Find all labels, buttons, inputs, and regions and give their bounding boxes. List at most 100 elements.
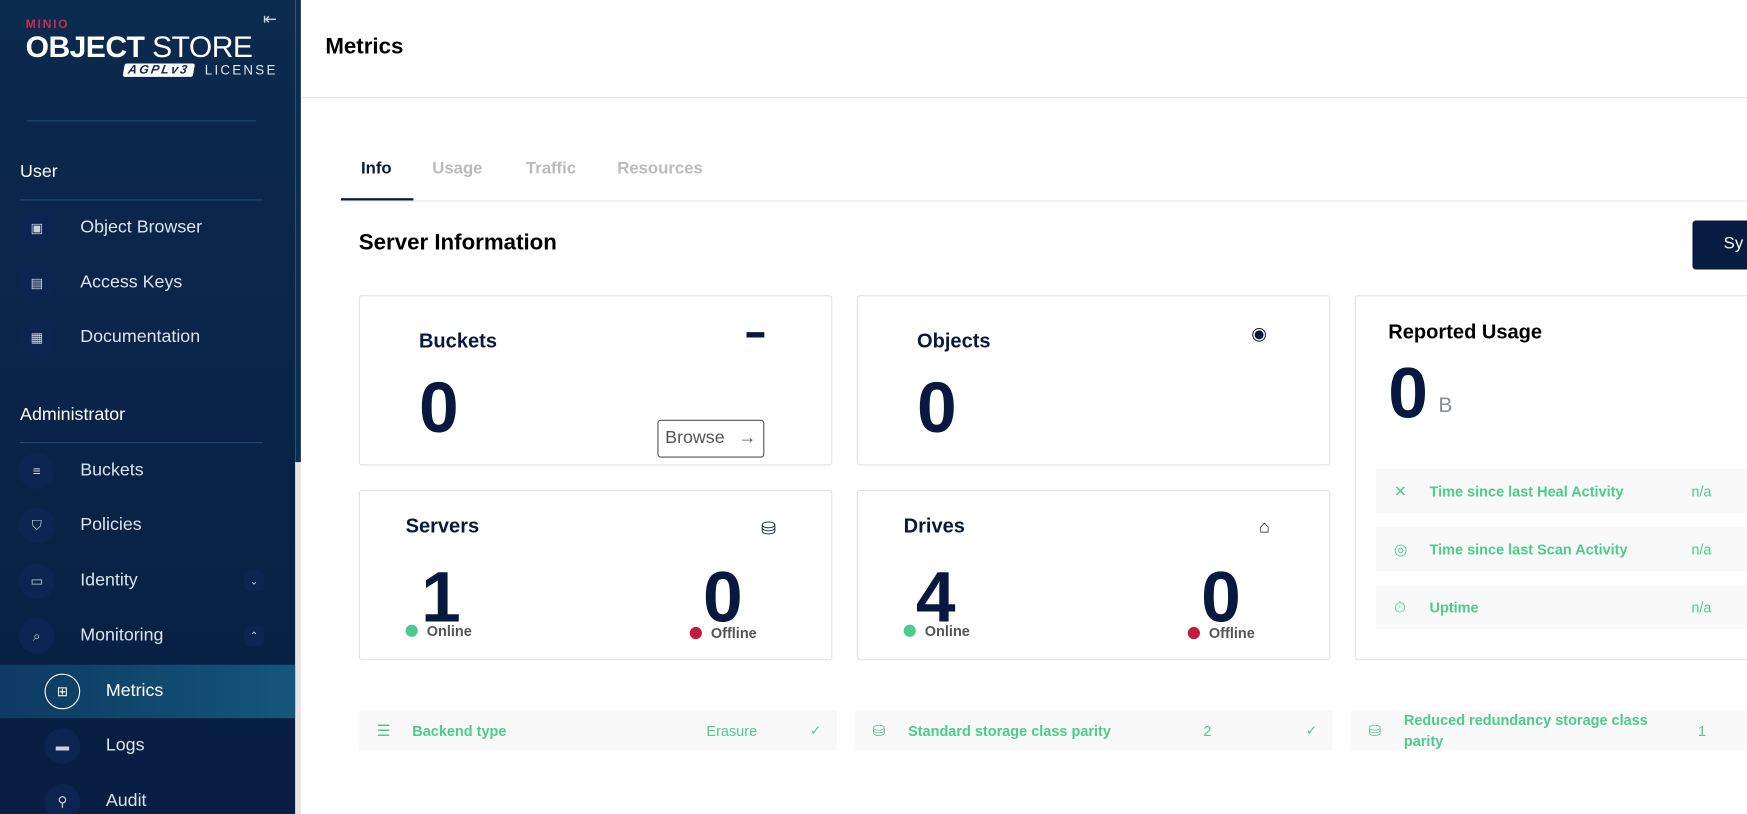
license-label: LICENSE — [204, 62, 278, 78]
usage-unit: B — [1438, 394, 1453, 418]
shield-icon: ⛉ — [18, 507, 55, 544]
section-title: Server Information — [358, 230, 557, 255]
sidebar-item-identity[interactable]: ▭ Identity ⌄ — [0, 555, 295, 608]
sidebar-item-audit[interactable]: ⚲ Audit — [0, 775, 295, 814]
usage-value: 0 — [1388, 352, 1428, 434]
scan-icon: ◎ — [1393, 539, 1408, 558]
chevron-up-icon[interactable]: ⌃ — [244, 625, 265, 646]
sidebar-item-buckets[interactable]: ≡ Buckets — [0, 444, 295, 497]
offline-status: Offline — [689, 624, 757, 642]
row-value: Erasure — [706, 722, 758, 739]
card-title: Drives — [903, 514, 965, 537]
collapse-sidebar-icon[interactable]: ⇤ — [263, 9, 277, 29]
row-label: Uptime — [1429, 598, 1479, 616]
row-label: Time since last Scan Activity — [1429, 540, 1628, 558]
sidebar-item-documentation[interactable]: ▦ Documentation — [0, 311, 295, 364]
online-dot — [405, 624, 418, 637]
sidebar-item-monitoring[interactable]: ⌕ Monitoring ⌃ — [0, 609, 295, 662]
sidebar: MINIO OBJECT STORE AGPLv3 LICENSE ⇤ User … — [0, 0, 296, 814]
tab-bar: Info Usage Traffic Resources — [340, 145, 1747, 202]
card-title: Servers — [405, 514, 480, 537]
storage-icon: ⛁ — [1368, 720, 1382, 739]
row-value: 2 — [1203, 722, 1212, 739]
divider — [20, 442, 263, 444]
scan-activity-row: ◎ Time since last Scan Activity n/a — [1376, 526, 1747, 572]
row-value: n/a — [1691, 598, 1712, 616]
card-title: Buckets — [418, 329, 497, 352]
offline-dot — [1187, 626, 1200, 640]
online-label: Online — [426, 622, 472, 640]
buckets-card: Buckets ▬ 0 Browse → — [358, 295, 833, 466]
documentation-icon: ▦ — [18, 319, 55, 356]
sidebar-item-label: Monitoring — [80, 625, 164, 645]
drives-card: Drives ⌂ 4 Online 0 Offline — [856, 489, 1331, 661]
sync-button[interactable]: Sy — [1692, 220, 1747, 270]
browse-button[interactable]: Browse → — [657, 419, 765, 458]
card-title: Objects — [916, 329, 991, 352]
offline-label: Offline — [1208, 624, 1255, 642]
offline-status: Offline — [1187, 624, 1255, 642]
standard-parity-row: ⛁ Standard storage class parity 2 ✓ — [854, 710, 1333, 751]
sidebar-item-metrics[interactable]: ⊞ Metrics — [0, 664, 296, 719]
sidebar-item-logs[interactable]: ▬ Logs — [0, 719, 295, 772]
id-card-icon: ▭ — [18, 563, 55, 600]
objects-count: 0 — [916, 367, 957, 448]
tab-info[interactable]: Info — [361, 159, 392, 178]
online-label: Online — [924, 622, 970, 640]
object-browser-icon: ▣ — [18, 210, 55, 247]
storage-icon: ⛁ — [872, 720, 886, 739]
online-status: Online — [405, 622, 472, 640]
sidebar-item-label: Documentation — [80, 327, 201, 347]
offline-label: Offline — [710, 624, 757, 642]
row-value: 1 — [1698, 722, 1707, 739]
sidebar-scrollbar[interactable] — [295, 0, 301, 814]
page-title: Metrics — [325, 34, 404, 60]
reduced-parity-row: ⛁ Reduced redundancy storage class parity… — [1350, 710, 1747, 751]
tab-resources[interactable]: Resources — [617, 159, 702, 178]
sidebar-item-policies[interactable]: ⛉ Policies — [0, 499, 295, 552]
server-icon: ⛁ — [760, 520, 776, 539]
row-value: n/a — [1691, 540, 1712, 558]
row-label: Time since last Heal Activity — [1429, 482, 1624, 500]
section-administrator: Administrator — [20, 405, 126, 425]
sidebar-item-label: Policies — [80, 515, 142, 535]
minio-logo: MINIO OBJECT STORE AGPLv3 LICENSE — [26, 18, 278, 78]
page-header: Metrics — [300, 0, 1747, 98]
arrow-right-icon: → — [738, 428, 757, 448]
chevron-down-icon[interactable]: ⌄ — [244, 571, 265, 592]
access-keys-icon: ▤ — [18, 265, 55, 301]
objects-icon: ◉ — [1251, 325, 1267, 345]
objects-card: Objects ◉ 0 — [856, 295, 1331, 466]
section-user: User — [20, 162, 58, 182]
sidebar-item-label: Identity — [80, 571, 138, 591]
tab-traffic[interactable]: Traffic — [526, 159, 576, 178]
agpl-badge: AGPLv3 — [122, 63, 195, 77]
backend-icon: ☰ — [376, 720, 391, 739]
check-icon: ✓ — [810, 722, 822, 739]
card-title: Reported Usage — [1388, 320, 1543, 343]
row-label: Standard storage class parity — [908, 722, 1111, 739]
sidebar-item-label: Access Keys — [80, 272, 183, 292]
sidebar-item-label: Object Browser — [80, 218, 203, 238]
heal-icon: ✕ — [1393, 481, 1407, 500]
row-value: n/a — [1691, 482, 1712, 500]
browse-label: Browse — [665, 428, 725, 448]
row-label: Reduced redundancy storage class parity — [1403, 711, 1648, 750]
logo-product-light: STORE — [152, 30, 253, 64]
sidebar-item-access-keys[interactable]: ▤ Access Keys — [0, 256, 295, 309]
online-status: Online — [903, 622, 970, 640]
tab-usage[interactable]: Usage — [432, 159, 482, 178]
metrics-icon: ⊞ — [44, 673, 81, 710]
row-label: Backend type — [412, 722, 507, 739]
bucket-icon: ≡ — [18, 453, 55, 489]
online-dot — [903, 624, 916, 637]
audit-icon: ⚲ — [44, 783, 81, 814]
check-icon: ✓ — [1305, 722, 1318, 739]
sidebar-item-label: Buckets — [80, 460, 144, 480]
uptime-row: ⏱ Uptime n/a — [1376, 584, 1747, 630]
sidebar-item-label: Logs — [105, 736, 145, 755]
heal-activity-row: ✕ Time since last Heal Activity n/a — [1376, 468, 1747, 514]
sidebar-item-object-browser[interactable]: ▣ Object Browser — [0, 202, 295, 255]
sidebar-item-label: Metrics — [105, 681, 164, 701]
timer-icon: ⏱ — [1393, 597, 1407, 616]
